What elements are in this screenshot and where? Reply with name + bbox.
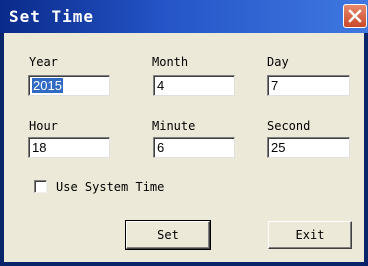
dialog-body: Year 2015 Month 4 Day 7 Hour 18 Minute 6… bbox=[4, 33, 364, 262]
hour-label: Hour bbox=[29, 119, 58, 133]
day-field[interactable]: 7 bbox=[267, 75, 350, 96]
hour-field[interactable]: 18 bbox=[28, 137, 110, 158]
second-label: Second bbox=[267, 119, 311, 133]
year-value: 2015 bbox=[32, 78, 63, 93]
minute-label: Minute bbox=[152, 119, 196, 133]
second-field[interactable]: 25 bbox=[267, 137, 350, 158]
window-title: Set Time bbox=[9, 7, 95, 26]
set-button[interactable]: Set bbox=[125, 220, 211, 250]
day-label: Day bbox=[267, 55, 289, 69]
hour-value: 18 bbox=[32, 140, 47, 155]
second-value: 25 bbox=[271, 140, 286, 155]
minute-value: 6 bbox=[157, 140, 165, 155]
exit-button[interactable]: Exit bbox=[268, 221, 352, 249]
day-value: 7 bbox=[271, 78, 279, 93]
year-label: Year bbox=[29, 55, 58, 69]
close-button[interactable] bbox=[343, 4, 367, 28]
month-value: 4 bbox=[157, 78, 165, 93]
month-label: Month bbox=[152, 55, 189, 69]
title-bar[interactable]: Set Time bbox=[0, 0, 368, 33]
use-system-time-label[interactable]: Use System Time bbox=[56, 180, 164, 194]
year-field[interactable]: 2015 bbox=[28, 75, 110, 96]
set-time-dialog: Set Time Year 2015 Month 4 Day 7 Hour 18… bbox=[0, 0, 368, 266]
month-field[interactable]: 4 bbox=[153, 75, 235, 96]
close-icon bbox=[348, 9, 362, 23]
use-system-time-checkbox[interactable] bbox=[34, 180, 47, 193]
minute-field[interactable]: 6 bbox=[153, 137, 235, 158]
